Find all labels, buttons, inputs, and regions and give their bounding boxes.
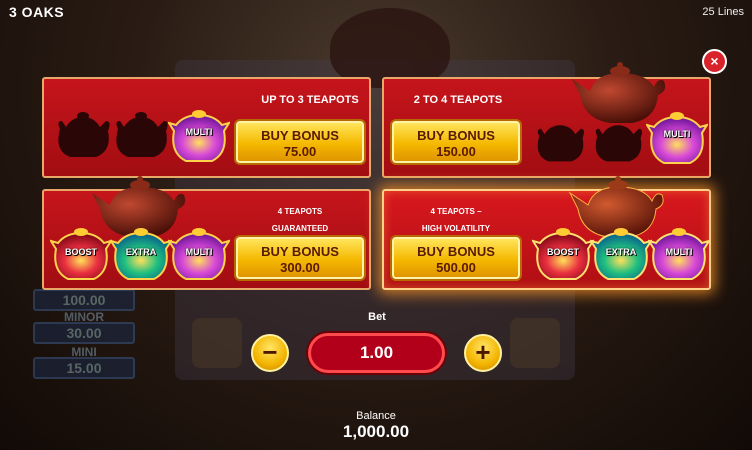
card-title-line: 4 TEAPOTS [277,207,323,216]
buy-bonus-button[interactable]: BUY BONUS 150.00 [392,121,520,163]
teapot-multi-label: MULTI [665,247,693,257]
card-title: 4 TEAPOTS – HIGH VOLATILITY [386,203,526,237]
buy-bonus-price: 75.00 [283,144,317,159]
teapot-extra-label: EXTRA [605,247,637,257]
teapot-boost-label: BOOST [546,247,579,257]
card-title: UP TO 3 TEAPOTS [261,94,359,106]
background-jackpot-mini: 15.00 [33,357,135,379]
teapot-multi-label: MULTI [185,127,213,137]
teapot-multi-label: MULTI [663,129,691,139]
decrease-bet-button[interactable]: − [251,334,289,372]
teapot-extra-icon: EXTRA [110,223,172,283]
buy-bonus-price: 150.00 [436,144,476,159]
buy-bonus-label: BUY BONUS [261,244,339,259]
buy-bonus-label: BUY BONUS [417,128,495,143]
increase-bet-button[interactable]: + [464,334,502,372]
card-title-line: GUARANTEED [271,224,329,233]
game-title: 3 OAKS [9,4,65,20]
card-title-line: 4 TEAPOTS – [430,207,482,216]
teapot-boost-label: BOOST [64,247,97,257]
bonus-card-2-to-4-teapots: 2 TO 4 TEAPOTS BUY BONUS 150.00 MULTI [382,62,711,178]
balance-value: 1,000.00 [342,422,410,441]
teapot-multi-label: MULTI [185,247,213,257]
background-symbol [192,318,242,368]
bet-label: Bet [368,311,386,323]
bonus-card-4-teapots-guaranteed: BOOST EXTRA MULTI 4 TEAPOTS GUARANTEED B… [42,176,371,290]
card-title-line: HIGH VOLATILITY [421,224,491,233]
teapot-silhouette-icon [110,107,172,162]
background-jackpot-major: 100.00 [33,289,135,311]
teapot-silhouette-icon [52,107,114,162]
bonus-card-4-teapots-high-volatility: 4 TEAPOTS – HIGH VOLATILITY BUY BONUS 50… [382,176,711,290]
teapot-extra-icon: EXTRA [590,223,652,283]
card-title: 4 TEAPOTS GUARANTEED [230,203,370,237]
bet-value: 1.00 [308,333,445,373]
buy-bonus-button[interactable]: BUY BONUS 75.00 [236,121,364,163]
bonus-card-up-to-3-teapots: MULTI UP TO 3 TEAPOTS BUY BONUS 75.00 [42,77,371,178]
teapot-multi-icon: MULTI [648,223,710,283]
teapot-silhouette-icon [590,115,646,167]
teapot-multi-icon: MULTI [168,105,230,165]
card-title: 2 TO 4 TEAPOTS [413,94,503,106]
teapot-boost-icon: BOOST [532,223,594,283]
buy-bonus-price: 300.00 [280,260,320,275]
background-teapot-icon [330,8,450,88]
teapot-multi-icon: MULTI [646,107,708,167]
teapot-extra-label: EXTRA [125,247,157,257]
teapot-multi-icon: MULTI [168,223,230,283]
buy-bonus-label: BUY BONUS [417,244,495,259]
buy-bonus-price: 500.00 [436,260,476,275]
buy-bonus-button[interactable]: BUY BONUS 300.00 [236,237,364,279]
close-button[interactable]: × [702,49,727,74]
lines-count: 25 Lines [702,6,744,18]
balance-label: Balance [356,410,396,422]
buy-bonus-label: BUY BONUS [261,128,339,143]
background-jackpot-minor: 30.00 [33,322,135,344]
teapot-boost-icon: BOOST [50,223,112,283]
buy-bonus-button[interactable]: BUY BONUS 500.00 [392,237,520,279]
background-symbol [510,318,560,368]
